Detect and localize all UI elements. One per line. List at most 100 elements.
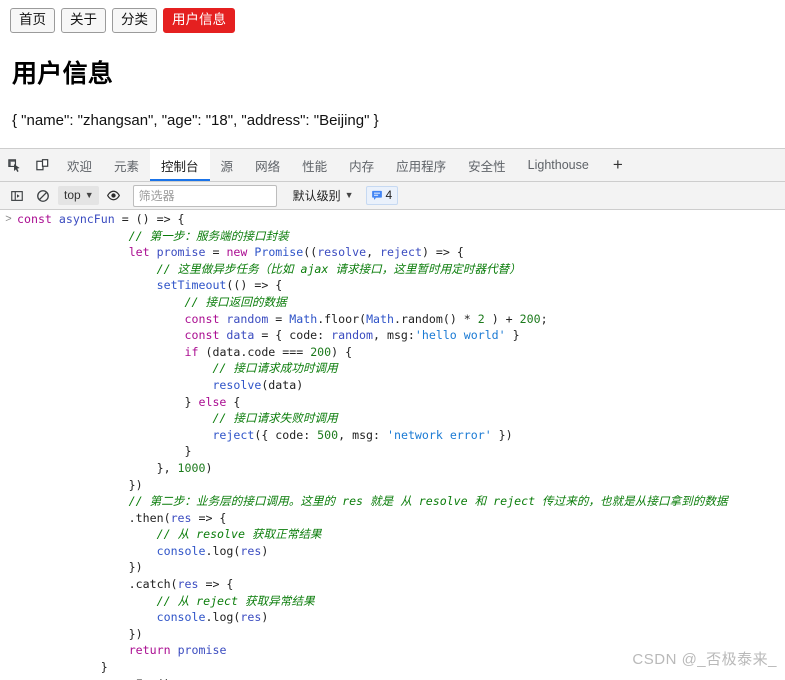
code-token: console — [156, 543, 206, 558]
code-token: }) — [17, 560, 143, 575]
code-token: res — [177, 577, 199, 592]
code-token: .log( — [205, 543, 241, 558]
live-expression-icon[interactable] — [101, 183, 127, 209]
webpage-region: 首页 关于 分类 用户信息 用户信息 { "name": "zhangsan",… — [0, 0, 785, 140]
tab-welcome[interactable]: 欢迎 — [56, 149, 103, 181]
code-token: reject — [212, 427, 255, 442]
code-token: = — [205, 245, 227, 260]
tab-console[interactable]: 控制台 — [150, 149, 210, 181]
code-token: ) — [261, 610, 269, 625]
code-token: random — [331, 328, 374, 343]
console-code-block: const asyncFun = () => { // 第一步：服务端的接口封装… — [17, 211, 785, 680]
code-token: 200 — [310, 344, 332, 359]
code-token: { — [233, 394, 241, 409]
tab-memory[interactable]: 内存 — [338, 149, 385, 181]
chevron-down-icon: ▼ — [344, 190, 354, 200]
code-token: const — [17, 212, 59, 226]
execution-context-selector[interactable]: top ▼ — [58, 186, 99, 205]
code-token: asyncFun — [58, 212, 115, 226]
code-token: resolve — [212, 377, 262, 392]
tab-network[interactable]: 网络 — [244, 149, 291, 181]
page-title: 用户信息 — [12, 59, 114, 88]
code-token: .floor( — [317, 311, 367, 326]
tab-application-label: 应用程序 — [396, 159, 447, 174]
tab-network-label: 网络 — [255, 159, 281, 174]
code-token: // 第二步：业务层的接口调用。这里的 res 就是 从 resolve 和 r… — [17, 494, 728, 509]
code-token: if — [184, 344, 206, 359]
console-sidebar-icon[interactable] — [4, 183, 30, 209]
code-token: // 接口请求成功时调用 — [17, 361, 338, 376]
device-toolbar-icon[interactable] — [28, 149, 56, 181]
code-token: }, — [17, 460, 178, 475]
log-level-label: 默认级别 — [292, 189, 341, 203]
code-token: Math — [366, 311, 394, 326]
execution-context-label: top — [64, 188, 81, 202]
inspect-element-icon[interactable] — [0, 149, 28, 181]
code-token: data — [226, 328, 255, 343]
message-count-value: 4 — [385, 188, 393, 202]
code-token: resolve — [317, 245, 367, 260]
code-token: Math — [289, 311, 318, 326]
console-input-entry: > const asyncFun = () => { // 第一步：服务端的接口… — [0, 210, 785, 680]
code-token: } — [17, 444, 192, 459]
tab-memory-label: 内存 — [349, 159, 375, 174]
nav-button-user-info[interactable]: 用户信息 — [163, 8, 235, 33]
code-token: 200 — [519, 311, 541, 326]
csdn-watermark: CSDN @_否极泰来_ — [632, 651, 777, 668]
user-json-output: { "name": "zhangsan", "age": "18", "addr… — [12, 111, 379, 129]
code-token: }) — [17, 477, 143, 492]
code-token: = — [268, 311, 290, 326]
console-output-area[interactable]: > const asyncFun = () => { // 第一步：服务端的接口… — [0, 210, 785, 680]
code-token: res — [240, 543, 262, 558]
devtools-panel: 欢迎 元素 控制台 源 网络 性能 内存 应用程序 安全性 Lighthouse… — [0, 148, 785, 680]
code-token: 'hello world' — [414, 328, 506, 343]
nav-button-category[interactable]: 分类 — [112, 8, 157, 33]
code-token: Promise — [254, 245, 304, 260]
code-token: 2 — [477, 311, 485, 326]
site-navbar: 首页 关于 分类 用户信息 — [10, 8, 775, 33]
code-token: .log( — [205, 610, 241, 625]
tab-console-label: 控制台 — [161, 159, 199, 174]
code-token: , msg: — [338, 427, 387, 442]
tab-sources[interactable]: 源 — [210, 149, 245, 181]
tab-welcome-label: 欢迎 — [67, 159, 93, 174]
tab-lighthouse[interactable]: Lighthouse — [517, 149, 600, 181]
code-token: reject — [380, 245, 422, 260]
tab-application[interactable]: 应用程序 — [385, 149, 457, 181]
code-token: } — [505, 328, 520, 343]
code-token: console — [156, 610, 206, 625]
add-panel-button[interactable]: + — [600, 149, 636, 181]
code-token: setTimeout — [156, 278, 227, 293]
console-filter-input[interactable] — [132, 184, 277, 207]
log-level-selector[interactable]: 默认级别 ▼ — [293, 187, 354, 204]
code-token: // 接口返回的数据 — [17, 294, 287, 309]
code-token: // 从 reject 获取异常结果 — [17, 593, 315, 608]
tab-performance[interactable]: 性能 — [291, 149, 338, 181]
code-token: ) { — [331, 344, 353, 359]
code-token: promise — [156, 245, 206, 260]
nav-button-home[interactable]: 首页 — [10, 8, 55, 33]
code-token: }) — [491, 427, 513, 442]
code-token: random — [226, 311, 269, 326]
code-token: new — [226, 245, 255, 260]
code-token: const — [184, 328, 227, 343]
code-token: (data.code === — [205, 344, 311, 359]
code-token: ) — [261, 543, 269, 558]
tab-sources-label: 源 — [220, 159, 234, 174]
code-token: 'network error' — [387, 427, 492, 442]
nav-button-about[interactable]: 关于 — [61, 8, 106, 33]
code-token: asyncFun() — [17, 677, 171, 680]
tab-elements[interactable]: 元素 — [103, 149, 150, 181]
clear-console-icon[interactable] — [30, 183, 56, 209]
tab-security[interactable]: 安全性 — [457, 149, 517, 181]
code-token: let — [128, 245, 157, 260]
console-toolbar: top ▼ 默认级别 ▼ 4 — [0, 182, 785, 210]
message-count-badge[interactable]: 4 — [365, 186, 399, 205]
code-token: ) + — [484, 311, 520, 326]
code-token: const — [184, 311, 227, 326]
